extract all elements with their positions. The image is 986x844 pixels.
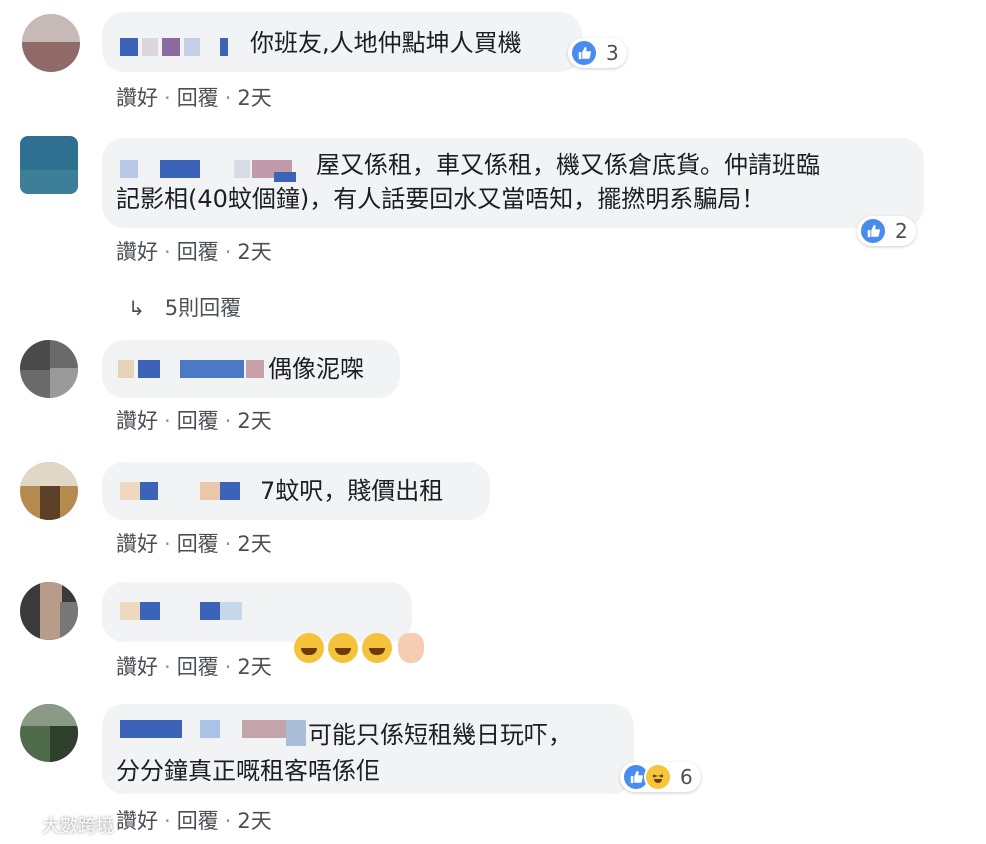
separator: ·: [224, 409, 232, 433]
reaction-count: 3: [606, 41, 619, 65]
rofl-emoji: [293, 633, 324, 663]
reply-link[interactable]: 回覆: [177, 809, 219, 833]
haha-icon: [644, 763, 672, 791]
comment-bubble: 屋又係租，車又係租，機又係倉底貨。仲請班臨 記影相(40蚊個鐘)，有人話要回水又…: [102, 138, 924, 228]
comment-text: 7蚊呎，賤價出租: [260, 477, 444, 505]
comment-actions: 讚好 · 回覆 · 2天: [116, 405, 272, 435]
reply-link[interactable]: 回覆: [177, 532, 219, 556]
reaction-summary[interactable]: 3: [568, 38, 627, 68]
watermark-logo-icon: [8, 817, 36, 837]
pointing-hand-emoji: [397, 633, 424, 663]
separator: ·: [164, 86, 171, 110]
comment-actions: 讚好 · 回覆 · 2天: [116, 805, 272, 835]
timestamp[interactable]: 2天: [237, 532, 271, 556]
separator: ·: [224, 809, 232, 833]
avatar[interactable]: [20, 704, 78, 762]
avatar[interactable]: [20, 136, 78, 194]
reply-link[interactable]: 回覆: [177, 655, 219, 679]
like-link[interactable]: 讚好: [116, 409, 158, 433]
rofl-emoji: [327, 633, 358, 663]
rofl-emoji: [361, 633, 392, 663]
comment-actions: 讚好 · 回覆 · 2天: [116, 82, 272, 112]
timestamp[interactable]: 2天: [237, 655, 271, 679]
view-replies-link[interactable]: ↳ 5則回覆: [128, 292, 241, 322]
comment-text-line-2: 記影相(40蚊個鐘)，有人話要回水又當唔知，擺撚明系騙局！: [116, 185, 766, 213]
avatar[interactable]: [22, 14, 80, 72]
reaction-count: 6: [680, 765, 693, 789]
comment-text-line-2: 分分鐘真正嘅租客唔係佢: [116, 757, 380, 785]
timestamp[interactable]: 2天: [237, 240, 271, 264]
avatar[interactable]: [20, 582, 78, 640]
reaction-summary[interactable]: 2: [857, 216, 916, 246]
reaction-count: 2: [895, 219, 908, 243]
comment-text-line-1: 屋又係租，車又係租，機又係倉底貨。仲請班臨: [316, 151, 820, 179]
comment-bubble: 7蚊呎，賤價出租: [102, 462, 490, 520]
reply-link[interactable]: 回覆: [177, 409, 219, 433]
replies-count-label: 5則回覆: [164, 296, 242, 320]
comment-bubble: 你班友,人地仲點坤人買機: [102, 12, 582, 72]
separator: ·: [224, 655, 232, 679]
comment-bubble: 可能只係短租幾日玩吓， 分分鐘真正嘅租客唔係佢: [102, 704, 634, 794]
watermark-text: 大數跨境: [42, 816, 114, 837]
timestamp[interactable]: 2天: [237, 86, 271, 110]
like-link[interactable]: 讚好: [116, 240, 158, 264]
comment-text-line-1: 可能只係短租幾日玩吓，: [308, 721, 572, 749]
reaction-summary[interactable]: 6: [620, 762, 701, 792]
reply-link[interactable]: 回覆: [177, 240, 219, 264]
reply-arrow-icon: ↳: [128, 296, 145, 320]
separator: ·: [164, 809, 171, 833]
comment-actions: 讚好 · 回覆 · 2天: [116, 651, 272, 681]
avatar[interactable]: [20, 340, 78, 398]
separator: ·: [224, 86, 232, 110]
separator: ·: [164, 240, 171, 264]
like-link[interactable]: 讚好: [116, 532, 158, 556]
like-link[interactable]: 讚好: [116, 655, 158, 679]
comment-bubble: 偶像泥㗎: [102, 340, 400, 398]
comment-actions: 讚好 · 回覆 · 2天: [116, 236, 272, 266]
comment-bubble: [102, 582, 424, 663]
comment-text: 偶像泥㗎: [268, 355, 364, 383]
separator: ·: [224, 240, 232, 264]
separator: ·: [164, 532, 171, 556]
comment-actions: 讚好 · 回覆 · 2天: [116, 528, 272, 558]
watermark: 大數跨境: [8, 812, 114, 838]
emoji-row: [248, 596, 424, 698]
like-link[interactable]: 讚好: [116, 809, 158, 833]
timestamp[interactable]: 2天: [237, 809, 271, 833]
separator: ·: [224, 532, 232, 556]
reply-link[interactable]: 回覆: [177, 86, 219, 110]
thumbs-up-icon: [859, 217, 887, 245]
timestamp[interactable]: 2天: [237, 409, 271, 433]
separator: ·: [164, 655, 171, 679]
thumbs-up-icon: [570, 39, 598, 67]
comment-text: 你班友,人地仲點坤人買機: [250, 29, 522, 57]
avatar[interactable]: [20, 462, 78, 520]
like-link[interactable]: 讚好: [116, 86, 158, 110]
separator: ·: [164, 409, 171, 433]
